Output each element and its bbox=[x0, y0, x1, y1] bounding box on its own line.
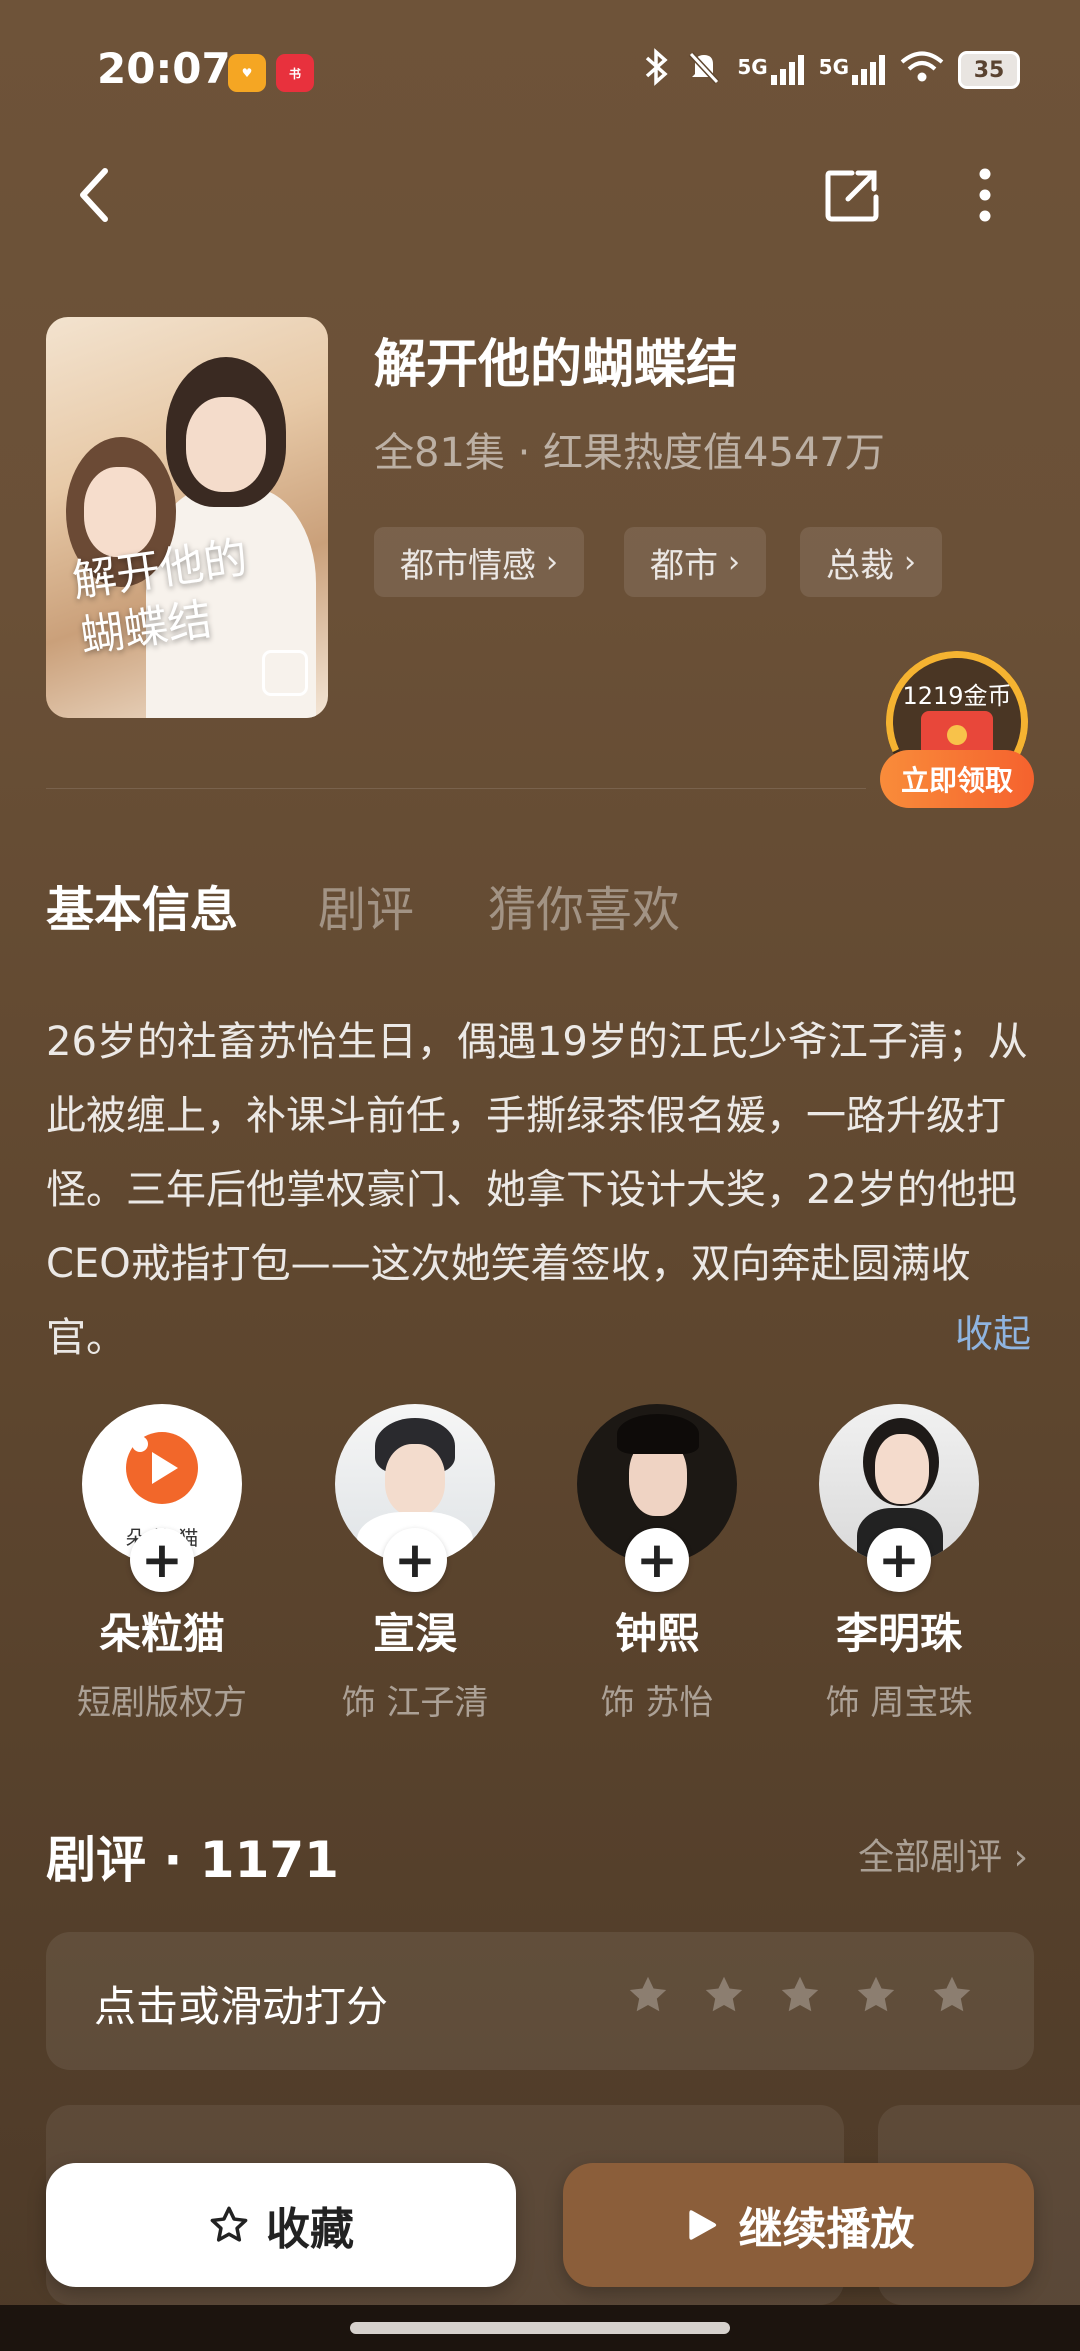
cast-role: 饰 周宝珠 bbox=[825, 1683, 973, 1723]
notification-app-icon: ♥ bbox=[228, 54, 266, 92]
tag-urban-romance[interactable]: 都市情感 › bbox=[374, 527, 584, 597]
all-reviews-link[interactable]: 全部剧评 › bbox=[858, 1828, 1028, 1880]
chevron-right-icon: › bbox=[1013, 1837, 1028, 1878]
show-poster[interactable]: 解开他的 蝴蝶结 bbox=[46, 317, 328, 718]
rating-star-icon[interactable] bbox=[701, 1972, 747, 2018]
rating-star-icon[interactable] bbox=[777, 1972, 823, 2018]
star-outline-icon bbox=[210, 2206, 248, 2242]
more-button[interactable] bbox=[950, 160, 1020, 230]
all-reviews-label: 全部剧评 bbox=[858, 1837, 1003, 1878]
divider bbox=[46, 788, 866, 789]
chevron-right-icon: › bbox=[728, 544, 740, 580]
chevron-right-icon: › bbox=[904, 544, 916, 580]
back-button[interactable] bbox=[60, 160, 130, 230]
cast-role: 饰 江子清 bbox=[341, 1683, 489, 1723]
cast-role: 饰 苏怡 bbox=[600, 1683, 714, 1723]
tag-label: 总裁 bbox=[826, 545, 894, 586]
status-time: 20:07 bbox=[97, 44, 231, 93]
xiaohongshu-app-icon: 书 bbox=[276, 54, 314, 92]
follow-plus-button[interactable]: + bbox=[625, 1528, 689, 1592]
signal-label-1: 5G bbox=[737, 55, 768, 79]
cast-name: 钟熙 bbox=[614, 1609, 699, 1658]
reviews-title: 剧评 · 1171 bbox=[46, 1831, 339, 1889]
collapse-link[interactable]: 收起 bbox=[955, 1303, 1031, 1358]
tag-label: 都市 bbox=[650, 545, 718, 586]
cast-role: 短剧版权方 bbox=[77, 1683, 247, 1723]
rating-stars[interactable] bbox=[625, 1972, 975, 2018]
more-vertical-icon bbox=[979, 168, 991, 222]
follow-plus-button[interactable]: + bbox=[383, 1528, 447, 1592]
continue-play-button[interactable]: 继续播放 bbox=[563, 2163, 1034, 2287]
plus-icon: + bbox=[878, 1531, 920, 1589]
claim-coins-button[interactable]: 立即领取 bbox=[880, 750, 1034, 808]
back-arrow-icon bbox=[80, 168, 108, 222]
signal-label-2: 5G bbox=[818, 55, 849, 79]
cast-name: 李明珠 bbox=[835, 1609, 962, 1658]
plus-icon: + bbox=[394, 1531, 436, 1589]
cast-name: 宣淏 bbox=[372, 1609, 457, 1658]
show-title: 解开他的蝴蝶结 bbox=[374, 335, 739, 395]
show-meta: 全81集 · 红果热度值4547万 bbox=[374, 430, 885, 476]
play-label: 继续播放 bbox=[738, 2204, 915, 2255]
poster-figure-face bbox=[186, 397, 266, 492]
favorite-button[interactable]: 收藏 bbox=[46, 2163, 516, 2287]
tab-recommendations[interactable]: 猜你喜欢 bbox=[488, 870, 680, 940]
gallery-icon[interactable] bbox=[262, 650, 308, 696]
bluetooth-icon bbox=[643, 48, 671, 92]
rating-star-icon[interactable] bbox=[853, 1972, 899, 2018]
tag-urban[interactable]: 都市 › bbox=[624, 527, 766, 597]
battery-icon: 35 bbox=[958, 51, 1020, 89]
show-description: 26岁的社畜苏怡生日，偶遇19岁的江氏少爷江子清；从此被缠上，补课斗前任，手撕绿… bbox=[46, 1019, 1028, 1361]
avatar-face bbox=[875, 1434, 929, 1504]
chevron-right-icon: › bbox=[546, 544, 558, 580]
mute-bell-icon bbox=[685, 48, 723, 92]
tab-basic-info[interactable]: 基本信息 bbox=[46, 870, 238, 940]
follow-plus-button[interactable]: + bbox=[867, 1528, 931, 1592]
plus-icon: + bbox=[141, 1531, 183, 1589]
coin-amount: 1219金币 bbox=[902, 682, 1012, 710]
cast-name: 朵粒猫 bbox=[98, 1609, 225, 1658]
home-indicator[interactable] bbox=[350, 2322, 730, 2334]
wifi-icon bbox=[900, 51, 944, 89]
favorite-label: 收藏 bbox=[266, 2204, 354, 2255]
signal-icon-2: 5G bbox=[819, 55, 886, 85]
plus-icon: + bbox=[636, 1531, 678, 1589]
avatar-face bbox=[385, 1444, 445, 1516]
rating-star-icon[interactable] bbox=[929, 1972, 975, 2018]
share-button[interactable] bbox=[817, 160, 887, 230]
signal-icon-1: 5G bbox=[737, 55, 804, 85]
follow-plus-button[interactable]: + bbox=[130, 1528, 194, 1592]
tab-reviews[interactable]: 剧评 bbox=[318, 870, 414, 940]
rating-star-icon[interactable] bbox=[625, 1972, 671, 2018]
status-icons: 5G 5G 35 bbox=[643, 48, 1020, 92]
tag-ceo[interactable]: 总裁 › bbox=[800, 527, 942, 597]
tag-label: 都市情感 bbox=[400, 545, 536, 586]
share-icon bbox=[825, 170, 879, 222]
rate-prompt: 点击或滑动打分 bbox=[94, 1982, 389, 2031]
avatar-hair bbox=[617, 1414, 699, 1454]
play-icon bbox=[688, 2210, 716, 2240]
